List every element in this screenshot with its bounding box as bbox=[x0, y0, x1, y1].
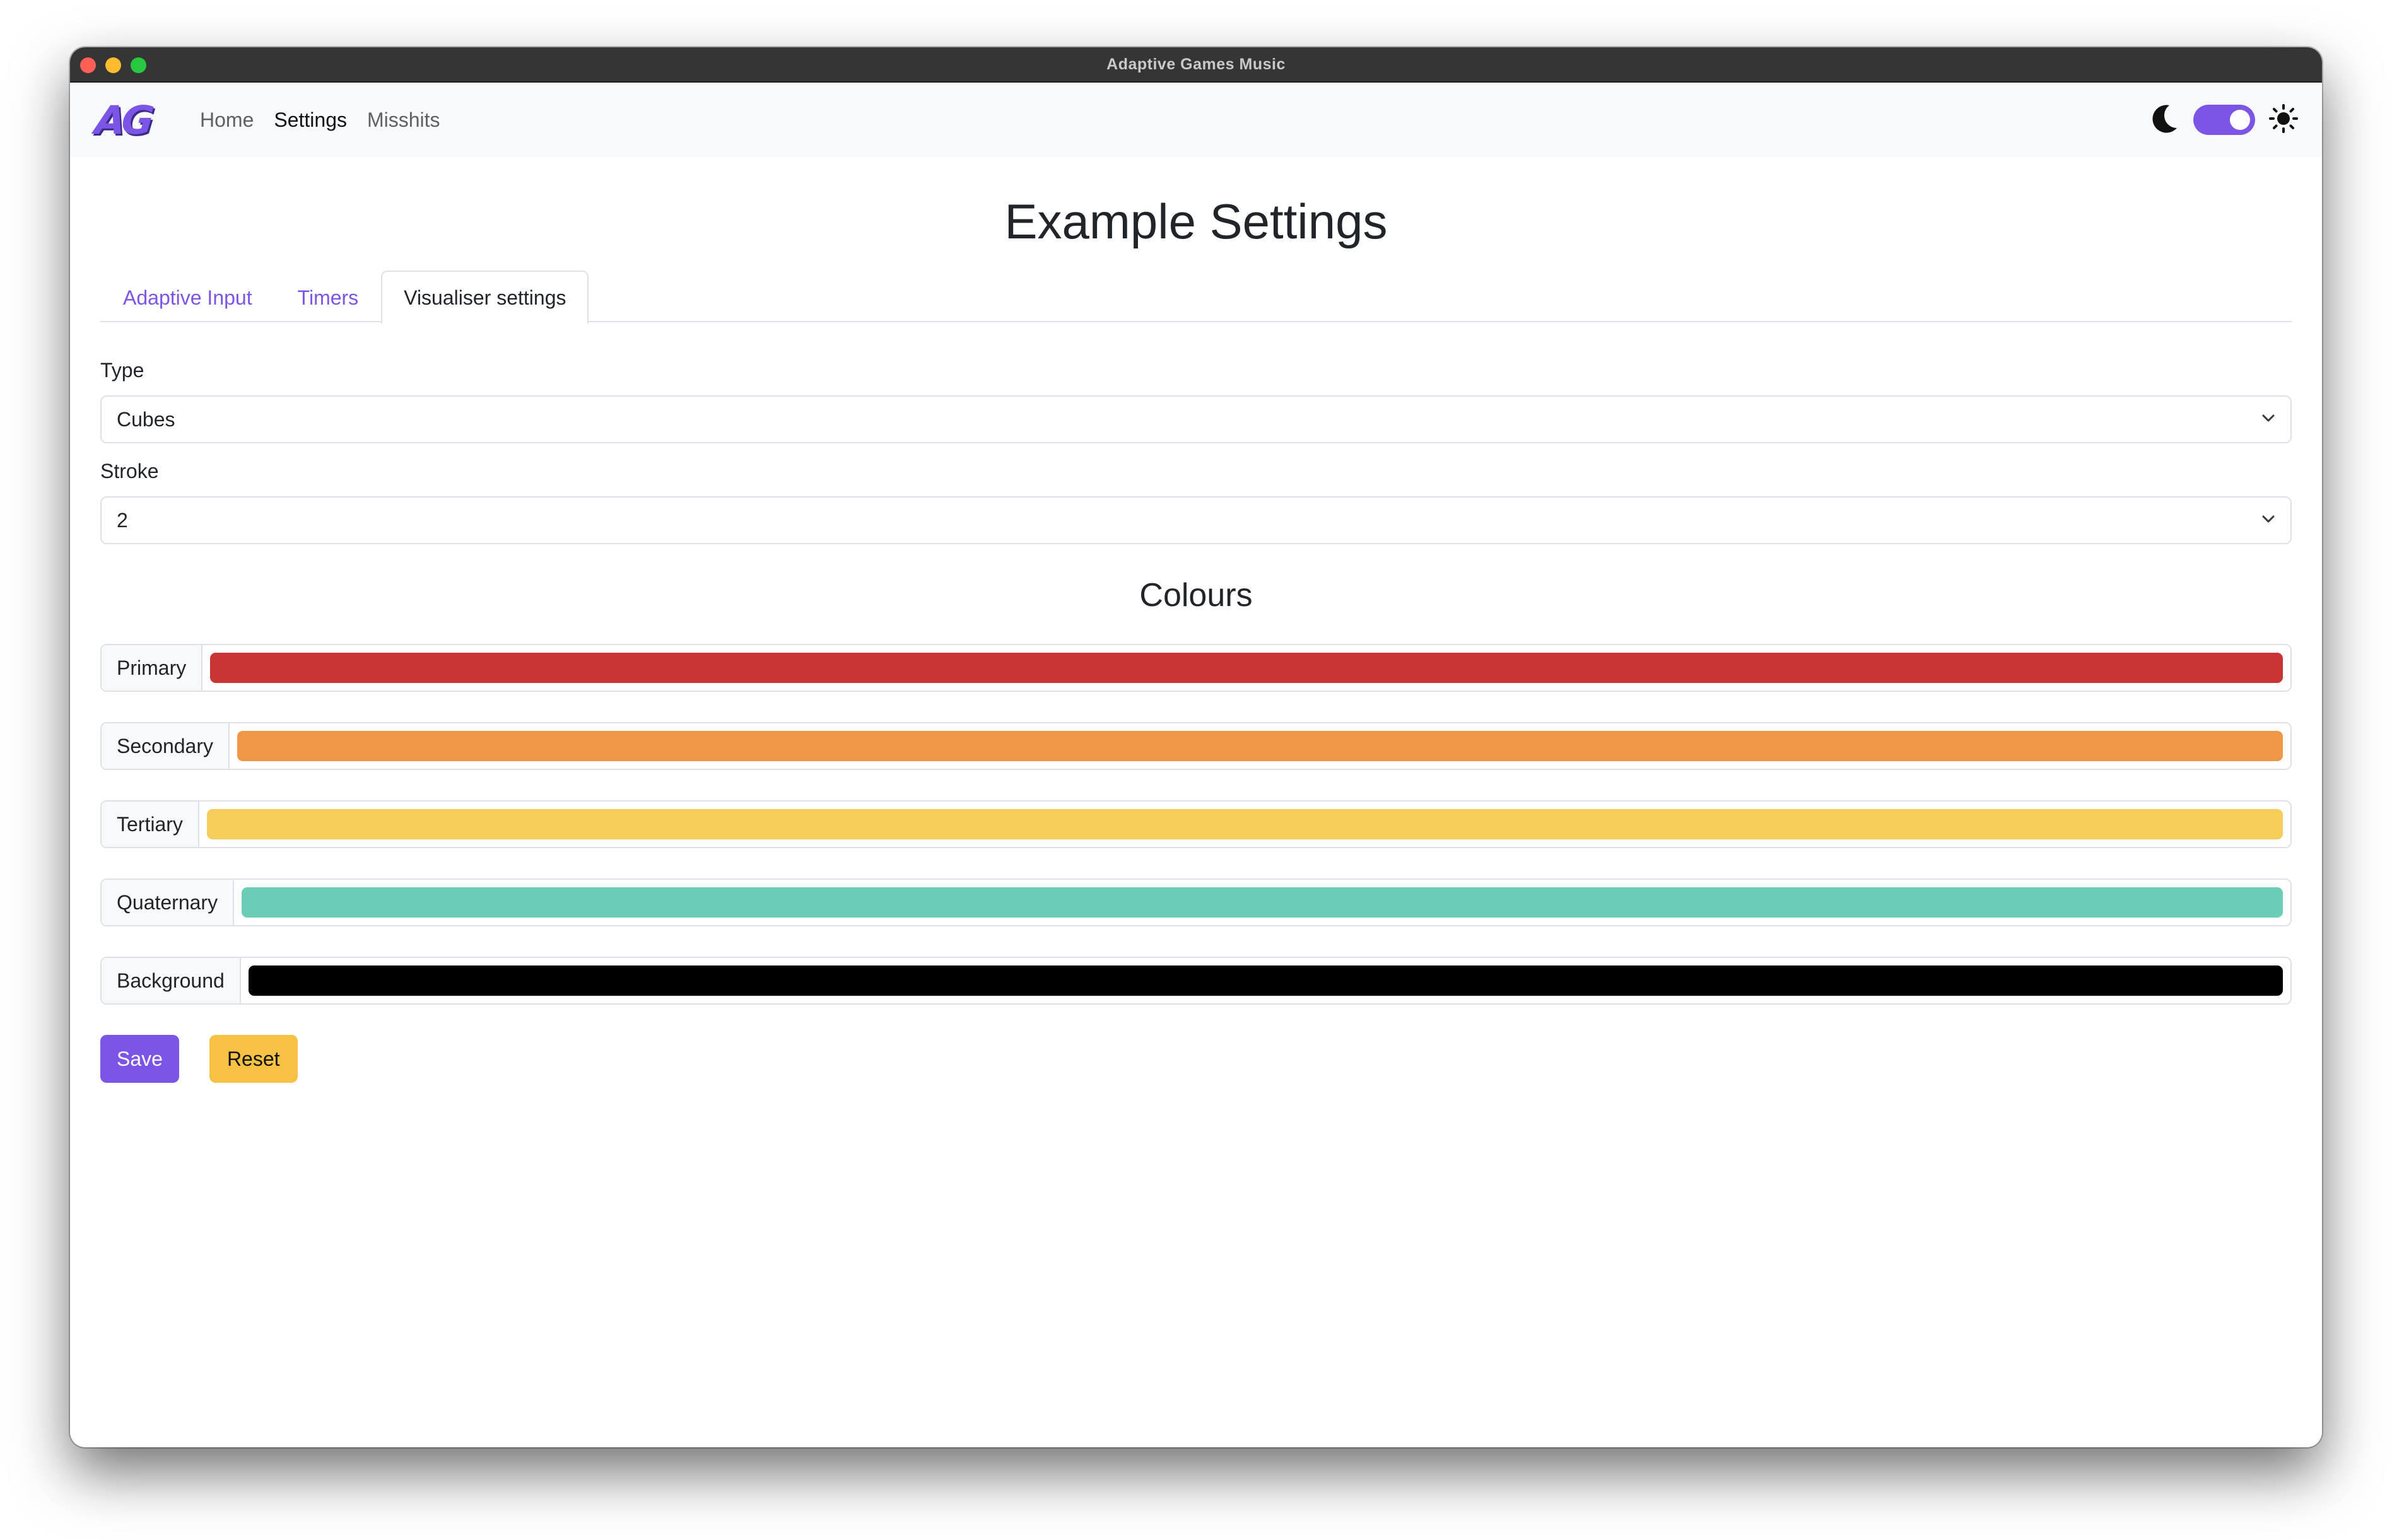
stroke-select[interactable]: 2 bbox=[100, 496, 2292, 544]
type-select-value: Cubes bbox=[117, 407, 175, 431]
colour-swatch bbox=[248, 965, 2283, 996]
moon-icon bbox=[2150, 103, 2179, 137]
nav-link-home[interactable]: Home bbox=[200, 108, 254, 132]
chevron-down-icon bbox=[2260, 408, 2277, 431]
colour-swatch bbox=[206, 809, 2283, 839]
type-select[interactable]: Cubes bbox=[100, 395, 2292, 443]
colour-picker-primary[interactable] bbox=[202, 645, 2290, 691]
theme-switch bbox=[2150, 83, 2298, 157]
save-button[interactable]: Save bbox=[100, 1035, 179, 1083]
colour-swatch bbox=[237, 731, 2283, 761]
colour-label: Primary bbox=[102, 645, 203, 691]
sun-icon bbox=[2269, 103, 2298, 136]
reset-button[interactable]: Reset bbox=[209, 1035, 298, 1083]
colour-row-secondary: Secondary bbox=[100, 722, 2292, 770]
maximize-window-button[interactable] bbox=[131, 57, 146, 73]
minimize-window-button[interactable] bbox=[105, 57, 121, 73]
settings-tabs: Adaptive Input Timers Visualiser setting… bbox=[100, 271, 2292, 324]
title-bar: Adaptive Games Music bbox=[70, 47, 2322, 83]
tab-visualiser-settings[interactable]: Visualiser settings bbox=[381, 271, 589, 324]
app-logo[interactable]: AG bbox=[93, 97, 173, 143]
window-title: Adaptive Games Music bbox=[1106, 55, 1286, 73]
page-title: Example Settings bbox=[1004, 194, 1388, 249]
close-window-button[interactable] bbox=[80, 57, 96, 73]
stroke-label: Stroke bbox=[100, 460, 159, 482]
chevron-down-icon bbox=[2260, 509, 2277, 532]
colour-swatch bbox=[242, 887, 2283, 918]
colours-title: Colours bbox=[1139, 577, 1253, 614]
stroke-select-value: 2 bbox=[117, 508, 128, 532]
colour-label: Quaternary bbox=[102, 880, 235, 925]
colour-picker-tertiary[interactable] bbox=[199, 802, 2290, 847]
colour-swatch bbox=[210, 653, 2283, 683]
nav-link-misshits[interactable]: Misshits bbox=[367, 108, 440, 132]
nav-links: Home Settings Misshits bbox=[200, 108, 440, 132]
colour-label: Secondary bbox=[102, 723, 230, 769]
colour-row-primary: Primary bbox=[100, 644, 2292, 692]
tab-adaptive-input[interactable]: Adaptive Input bbox=[100, 271, 275, 321]
nav-link-settings[interactable]: Settings bbox=[274, 108, 347, 132]
colour-picker-secondary[interactable] bbox=[230, 723, 2290, 769]
theme-toggle[interactable] bbox=[2193, 105, 2255, 135]
form-buttons: Save Reset bbox=[100, 1035, 2292, 1083]
navbar: AG Home Settings Misshits bbox=[70, 83, 2322, 157]
colour-picker-quaternary[interactable] bbox=[234, 880, 2290, 925]
app-window: Adaptive Games Music AG Home Settings Mi… bbox=[70, 47, 2322, 1447]
window-controls bbox=[80, 57, 146, 73]
type-label: Type bbox=[100, 359, 144, 382]
colour-label: Tertiary bbox=[102, 802, 199, 847]
colour-row-quaternary: Quaternary bbox=[100, 878, 2292, 926]
tab-timers[interactable]: Timers bbox=[275, 271, 382, 321]
toggle-knob bbox=[2230, 110, 2250, 130]
colour-row-background: Background bbox=[100, 957, 2292, 1005]
colour-picker-background[interactable] bbox=[241, 958, 2290, 1003]
colour-row-tertiary: Tertiary bbox=[100, 800, 2292, 848]
colour-label: Background bbox=[102, 958, 241, 1003]
settings-content: Example Settings Adaptive Input Timers V… bbox=[70, 190, 2322, 1083]
